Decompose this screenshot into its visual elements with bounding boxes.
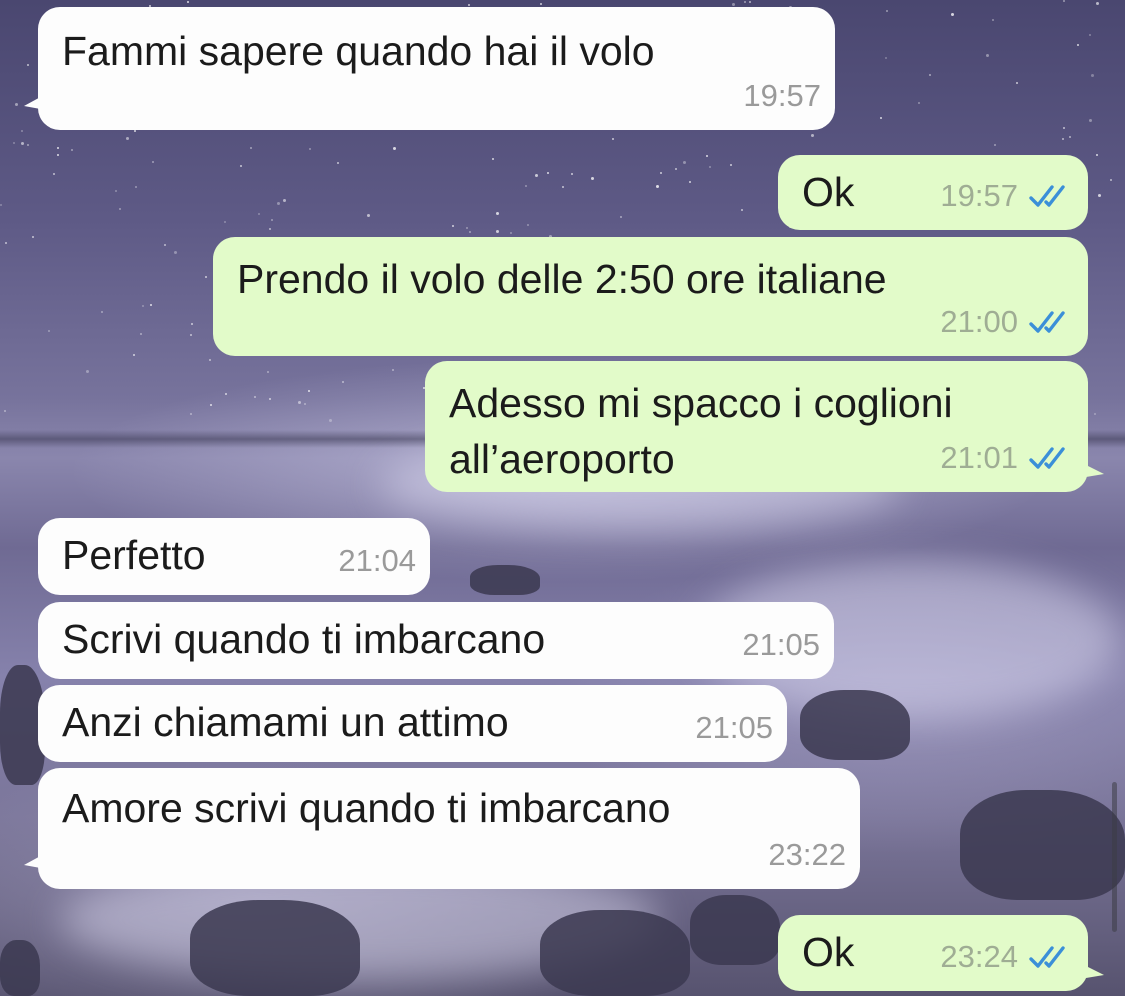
double-check-icon [1029, 946, 1065, 968]
message-text: Amore scrivi quando ti imbarcano [62, 785, 671, 831]
message-bubble-incoming[interactable]: Anzi chiamami un attimo 21:05 [38, 685, 787, 762]
message-timestamp: 19:57 [940, 178, 1018, 213]
message-meta: 19:57 [743, 68, 821, 124]
message-bubble-outgoing[interactable]: Prendo il volo delle 2:50 ore italiane 2… [213, 237, 1088, 356]
message-bubble-incoming[interactable]: Perfetto 21:04 [38, 518, 430, 595]
message-bubble-incoming[interactable]: Fammi sapere quando hai il volo 19:57 [24, 7, 835, 130]
message-text: Ok [802, 169, 855, 215]
message-timestamp: 19:57 [743, 78, 821, 113]
scroll-indicator[interactable] [1112, 782, 1117, 932]
message-meta: 19:57 [940, 168, 1074, 224]
message-timestamp: 23:24 [940, 939, 1018, 974]
double-check-icon [1029, 311, 1065, 333]
message-timestamp: 23:22 [768, 837, 846, 872]
message-bubble-outgoing[interactable]: Ok 23:24 [778, 915, 1104, 991]
message-bubble-outgoing[interactable]: Ok 19:57 [778, 155, 1088, 230]
bubble-tail [24, 94, 46, 110]
message-meta: 23:24 [940, 929, 1074, 985]
message-timestamp: 21:05 [695, 710, 773, 745]
message-meta: 21:04 [338, 533, 416, 589]
bubble-tail [1080, 462, 1104, 478]
message-bubble-outgoing[interactable]: Adesso mi spacco i coglioni all’aeroport… [425, 361, 1104, 492]
chat-message-list[interactable]: Fammi sapere quando hai il volo 19:57 Ok… [0, 0, 1125, 996]
message-meta: 21:00 [940, 294, 1074, 350]
message-text: Perfetto [62, 532, 206, 578]
message-bubble-incoming[interactable]: Amore scrivi quando ti imbarcano 23:22 [24, 768, 860, 889]
message-text: Scrivi quando ti imbarcano [62, 616, 546, 662]
message-timestamp: 21:05 [742, 627, 820, 662]
message-text: Fammi sapere quando hai il volo [62, 28, 655, 74]
message-text: Ok [802, 929, 855, 975]
message-timestamp: 21:01 [940, 440, 1018, 475]
bubble-tail [1080, 963, 1104, 979]
message-meta: 21:05 [742, 617, 820, 673]
message-timestamp: 21:04 [338, 543, 416, 578]
message-meta: 21:05 [695, 700, 773, 756]
message-text: Prendo il volo delle 2:50 ore italiane [237, 256, 887, 302]
message-meta: 23:22 [768, 827, 846, 883]
double-check-icon [1029, 185, 1065, 207]
message-text: Adesso mi spacco i coglioni [449, 380, 953, 426]
message-meta: 21:01 [940, 430, 1074, 486]
message-bubble-incoming[interactable]: Scrivi quando ti imbarcano 21:05 [38, 602, 834, 679]
message-timestamp: 21:00 [940, 304, 1018, 339]
double-check-icon [1029, 447, 1065, 469]
bubble-tail [24, 853, 46, 869]
message-text-line-2: all’aeroporto [449, 436, 675, 482]
message-text: Anzi chiamami un attimo [62, 699, 509, 745]
